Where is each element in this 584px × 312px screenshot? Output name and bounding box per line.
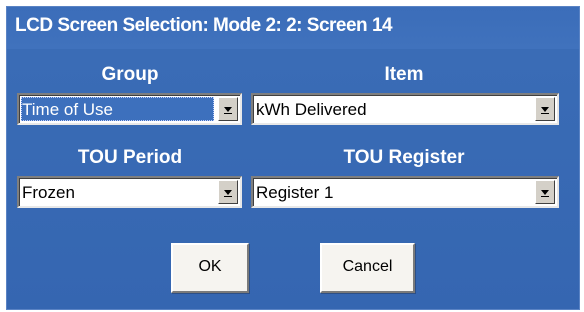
item-dropdown[interactable]: kWh Delivered: [251, 93, 559, 125]
window-title: LCD Screen Selection: Mode 2: 2: Screen …: [15, 15, 393, 36]
lcd-screen-selection-dialog: LCD Screen Selection: Mode 2: 2: Screen …: [6, 6, 580, 310]
tou-register-dropdown[interactable]: Register 1: [251, 176, 559, 208]
cancel-button[interactable]: Cancel: [320, 243, 415, 293]
tou-register-label: TOU Register: [343, 147, 465, 168]
item-dropdown-value: kWh Delivered: [256, 100, 367, 119]
item-label: Item: [384, 64, 424, 85]
group-label: Group: [101, 64, 159, 85]
group-dropdown[interactable]: Time of Use: [17, 93, 242, 125]
group-dropdown-value: Time of Use: [21, 97, 214, 121]
chevron-down-icon[interactable]: [535, 97, 555, 121]
tou-period-dropdown[interactable]: Frozen: [17, 176, 242, 208]
tou-register-dropdown-value: Register 1: [256, 183, 334, 202]
tou-period-dropdown-value: Frozen: [22, 183, 75, 202]
chevron-down-icon[interactable]: [218, 97, 238, 121]
tou-period-label: TOU Period: [77, 147, 183, 168]
chevron-down-icon[interactable]: [218, 180, 238, 204]
title-bar: LCD Screen Selection: Mode 2: 2: Screen …: [7, 7, 579, 49]
chevron-down-icon[interactable]: [535, 180, 555, 204]
ok-button[interactable]: OK: [171, 243, 249, 293]
